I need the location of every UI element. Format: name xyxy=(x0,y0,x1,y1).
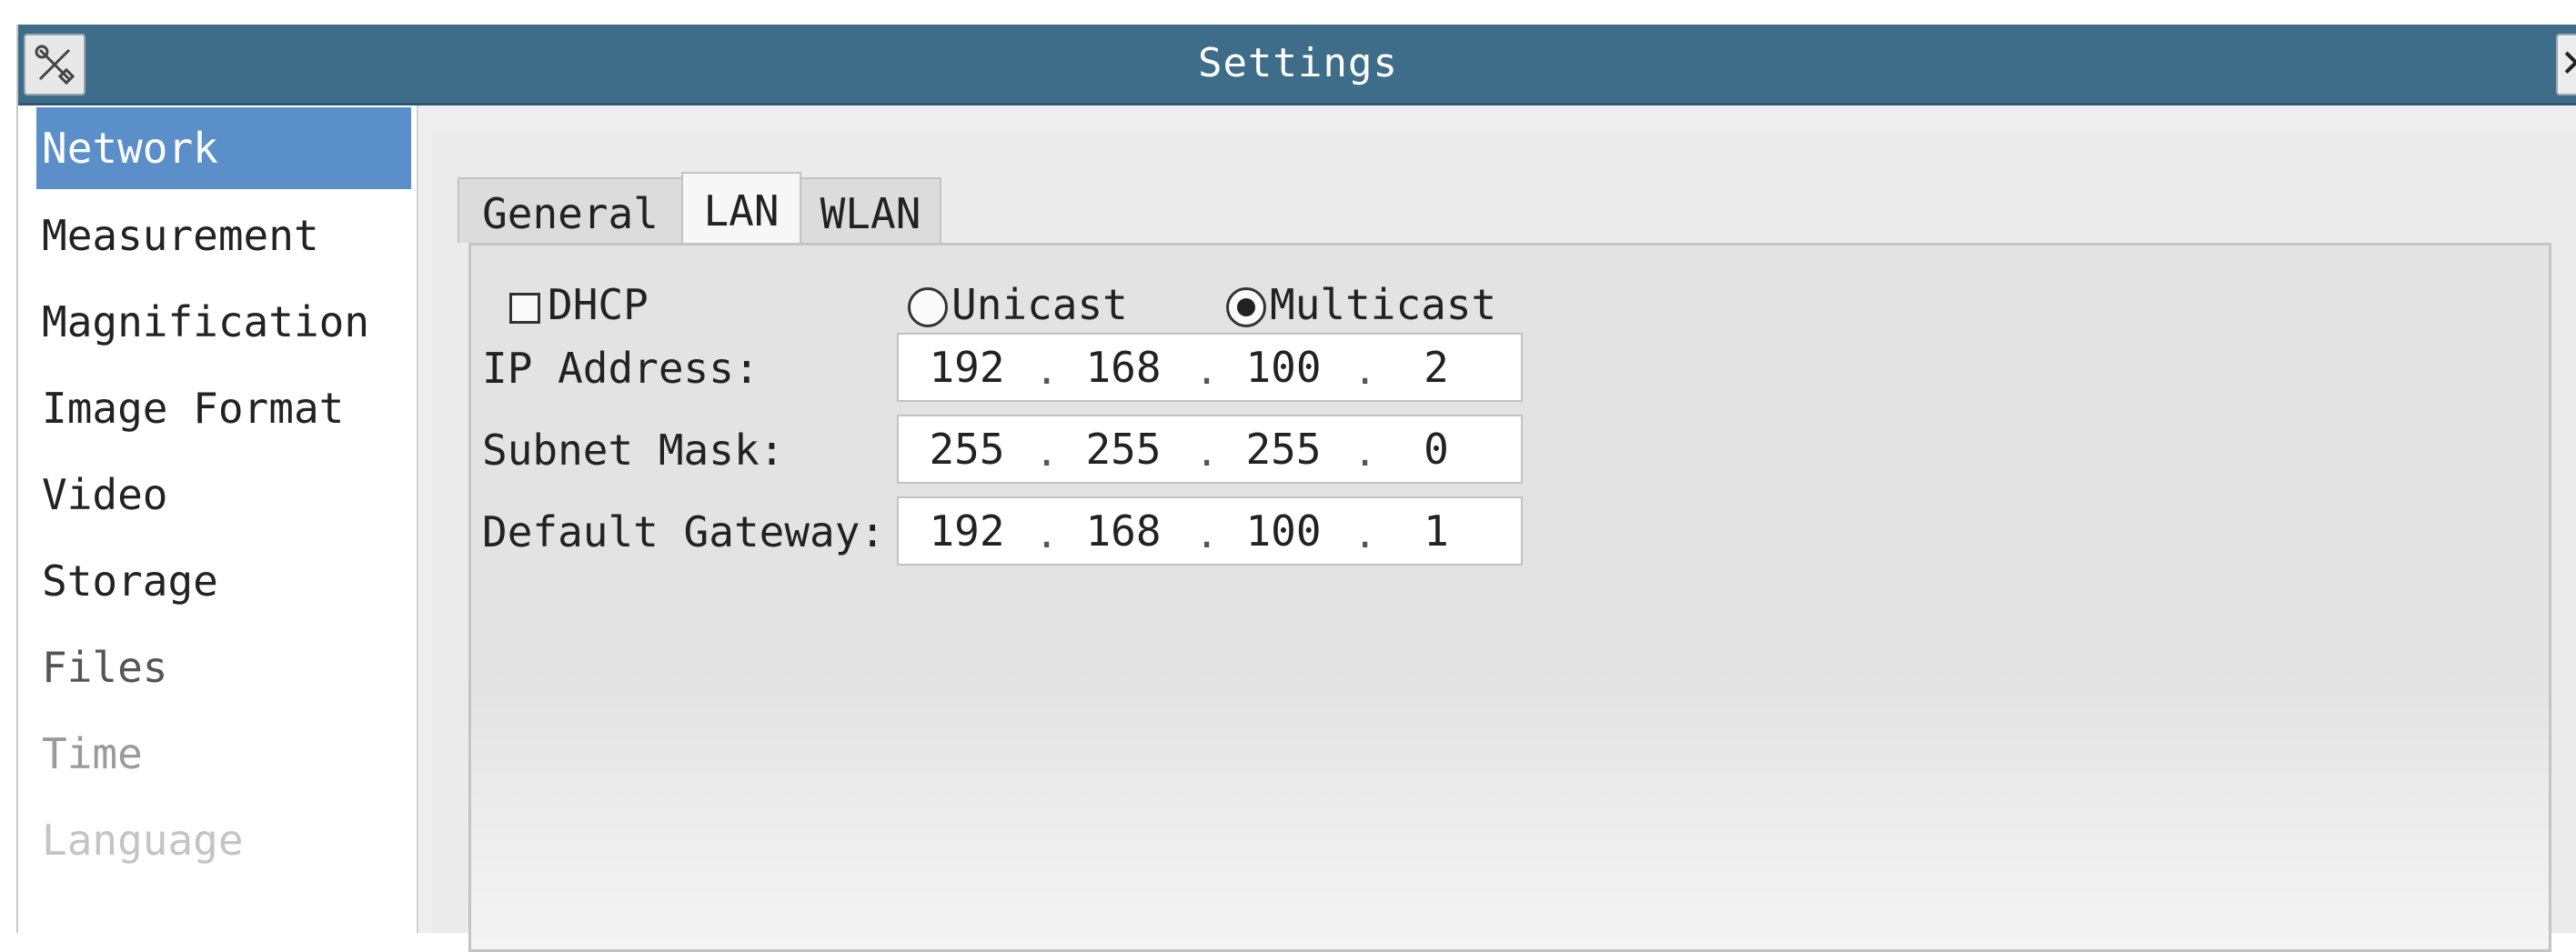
gateway-separator: . xyxy=(1353,512,1377,556)
ip-separator: . xyxy=(1353,348,1377,393)
ip-octet-3[interactable]: 100 xyxy=(1233,335,1333,400)
ip-address-label: IP Address: xyxy=(482,344,760,393)
settings-window: Settings ✕ Network Measurement Magnifica… xyxy=(16,25,2576,952)
close-icon[interactable]: ✕ xyxy=(2556,34,2576,95)
sidebar-item-magnification[interactable]: Magnification xyxy=(36,281,417,363)
ip-octet-4[interactable]: 2 xyxy=(1386,335,1486,400)
tab-wlan[interactable]: WLAN xyxy=(800,177,941,243)
unicast-label: Unicast xyxy=(951,280,1128,329)
dhcp-checkbox[interactable] xyxy=(509,293,540,324)
sidebar-item-time[interactable]: Time xyxy=(36,713,417,795)
unicast-radio[interactable] xyxy=(908,287,948,327)
sidebar-item-video[interactable]: Video xyxy=(36,454,417,536)
mask-octet-2[interactable]: 255 xyxy=(1073,416,1173,482)
mask-separator: . xyxy=(1195,430,1219,475)
ip-separator: . xyxy=(1195,348,1219,393)
default-gateway-field[interactable]: 192 . 168 . 100 . 1 xyxy=(897,496,1523,566)
mask-octet-3[interactable]: 255 xyxy=(1233,416,1333,482)
settings-sidebar: Network Measurement Magnification Image … xyxy=(18,105,418,933)
mask-separator: . xyxy=(1353,430,1377,475)
tab-general[interactable]: General xyxy=(458,177,683,243)
ip-address-field[interactable]: 192 . 168 . 100 . 2 xyxy=(897,333,1523,402)
gateway-octet-2[interactable]: 168 xyxy=(1073,498,1173,564)
settings-content: General LAN WLAN DHCP Unicast Multicast … xyxy=(432,132,2576,952)
multicast-label: Multicast xyxy=(1270,280,1497,329)
ip-separator: . xyxy=(1035,348,1059,393)
subnet-mask-field[interactable]: 255 . 255 . 255 . 0 xyxy=(897,415,1523,484)
ip-octet-1[interactable]: 192 xyxy=(917,335,1017,400)
sidebar-item-files[interactable]: Files xyxy=(36,626,417,708)
gateway-separator: . xyxy=(1035,512,1059,556)
sidebar-item-measurement[interactable]: Measurement xyxy=(36,195,417,276)
mask-octet-1[interactable]: 255 xyxy=(917,416,1017,482)
window-title: Settings xyxy=(1198,40,1398,86)
gateway-separator: . xyxy=(1195,512,1219,556)
sidebar-item-language[interactable]: Language xyxy=(36,799,417,881)
sidebar-item-storage[interactable]: Storage xyxy=(36,540,417,622)
sidebar-item-image-format[interactable]: Image Format xyxy=(36,367,417,449)
multicast-radio[interactable] xyxy=(1226,287,1266,327)
dhcp-label: DHCP xyxy=(548,280,649,329)
tab-lan[interactable]: LAN xyxy=(681,172,801,243)
mask-octet-4[interactable]: 0 xyxy=(1386,416,1486,482)
ip-octet-2[interactable]: 168 xyxy=(1073,335,1173,400)
gateway-octet-1[interactable]: 192 xyxy=(917,498,1017,564)
lan-panel: DHCP Unicast Multicast IP Address: 192 .… xyxy=(468,243,2551,952)
gateway-octet-3[interactable]: 100 xyxy=(1233,498,1333,564)
gateway-octet-4[interactable]: 1 xyxy=(1386,498,1486,564)
mask-separator: . xyxy=(1035,430,1059,475)
default-gateway-label: Default Gateway: xyxy=(482,507,886,556)
title-bar: Settings ✕ xyxy=(18,25,2576,105)
subnet-mask-label: Subnet Mask: xyxy=(482,426,785,475)
sidebar-item-network[interactable]: Network xyxy=(36,107,411,189)
